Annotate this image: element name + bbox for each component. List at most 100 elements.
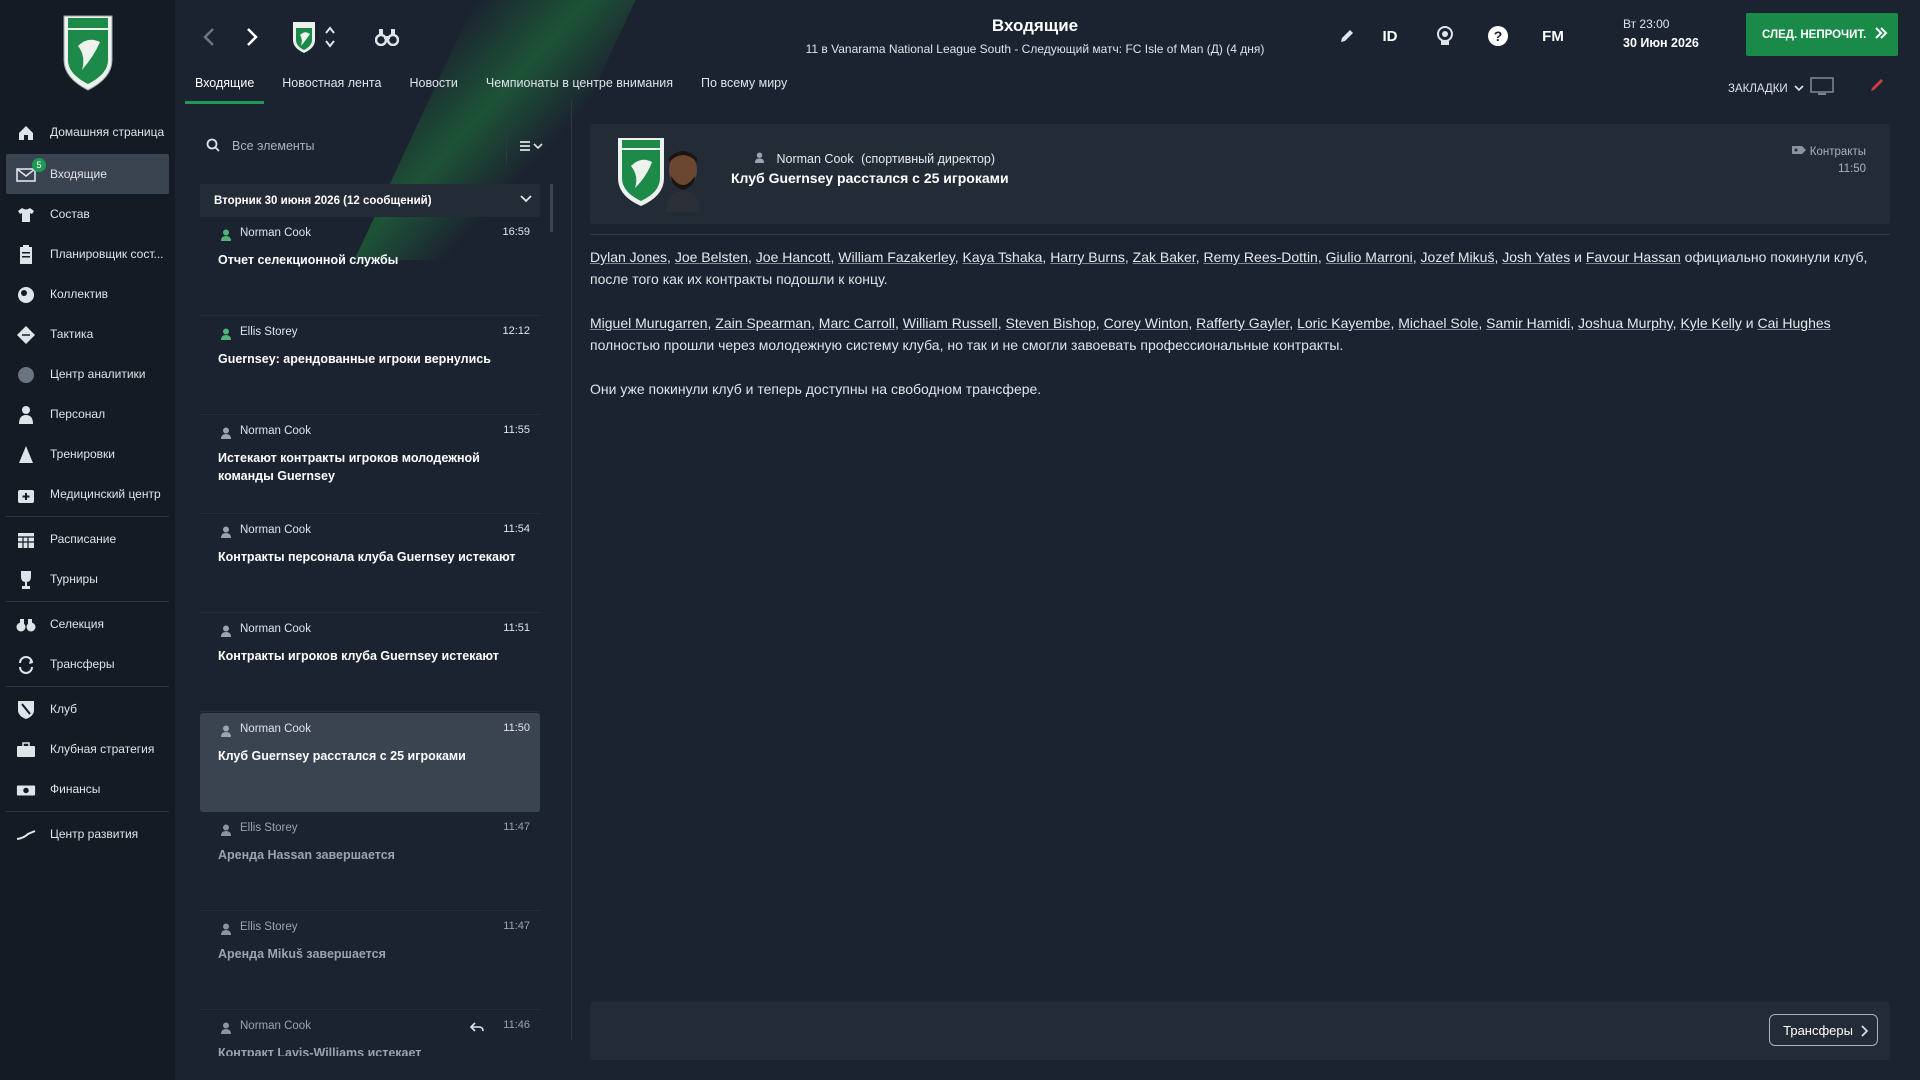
player-link[interactable]: William Russell [903, 315, 998, 331]
list-separator: , [1124, 249, 1133, 265]
player-link[interactable]: Michael Sole [1398, 315, 1478, 331]
player-link[interactable]: Miguel Murugarren [590, 315, 708, 331]
club-crest-logo[interactable] [60, 12, 116, 92]
planner-icon [16, 245, 36, 265]
player-link[interactable]: Corey Winton [1104, 315, 1189, 331]
message-detail: Norman Cook (спортивный директор) Клуб G… [590, 124, 1890, 1060]
player-link[interactable]: Kaya Tshaka [963, 249, 1043, 265]
player-link[interactable]: William Fazakerley [838, 249, 954, 265]
player-link[interactable]: Zain Spearman [715, 315, 811, 331]
message-from[interactable]: Norman Cook (спортивный директор) [754, 152, 995, 166]
message-subject: Аренда Hassan завершается [218, 848, 395, 862]
tab-news-feed[interactable]: Новостная лента [272, 76, 391, 104]
player-link[interactable]: Jozef Mikuš [1421, 249, 1495, 265]
tab-news[interactable]: Новости [399, 76, 467, 104]
sidebar-item-label: Центр развития [50, 827, 139, 841]
player-link[interactable]: Favour Hassan [1586, 249, 1681, 265]
player-link[interactable]: Joshua Murphy [1578, 315, 1673, 331]
player-link[interactable]: Dylan Jones [590, 249, 667, 265]
list-scrollbar[interactable] [550, 184, 553, 232]
list-separator: , [667, 249, 675, 265]
person-icon [220, 426, 232, 444]
player-link[interactable]: Samir Hamidi [1486, 315, 1570, 331]
player-link[interactable]: Cai Hughes [1758, 315, 1831, 331]
tab-inbox[interactable]: Входящие [185, 76, 265, 104]
bookmarks-menu[interactable]: ЗАКЛАДКИ [1728, 77, 1834, 100]
sidebar-item-squad-planner[interactable]: Планировщик сост... [0, 234, 175, 274]
edit-icon[interactable] [1332, 22, 1362, 50]
sidebar-item-dynamics[interactable]: Коллектив [0, 274, 175, 314]
sidebar-item-development[interactable]: Центр развития [0, 814, 175, 854]
player-link[interactable]: Kyle Kelly [1680, 315, 1741, 331]
bookmarks-label: ЗАКЛАДКИ [1728, 82, 1788, 95]
binoculars-icon[interactable] [372, 22, 402, 52]
sidebar-item-scouting[interactable]: Селекция [0, 604, 175, 644]
player-link[interactable]: Zak Baker [1133, 249, 1196, 265]
sidebar-item-competitions[interactable]: Турниры [0, 559, 175, 599]
filter-button[interactable] [506, 126, 556, 166]
sidebar-item-schedule[interactable]: Расписание [0, 519, 175, 559]
message-sender: Norman Cook [240, 723, 311, 735]
club-badge-button[interactable] [289, 22, 319, 53]
message-row[interactable]: Norman Cook 11:51 Контракты игроков клуб… [200, 613, 540, 712]
sidebar-item-training[interactable]: Тренировки [0, 434, 175, 474]
player-link[interactable]: Josh Yates [1502, 249, 1570, 265]
sidebar-item-transfers[interactable]: Трансферы [0, 644, 175, 684]
sidebar-item-finances[interactable]: Финансы [0, 769, 175, 809]
world-cup-icon[interactable] [1430, 22, 1460, 50]
search-input[interactable]: Все элементы [196, 126, 506, 166]
sidebar-item-club-vision[interactable]: Клубная стратегия [0, 729, 175, 769]
list-separator: , [954, 249, 963, 265]
tab-spotlight-competitions[interactable]: Чемпионаты в центре внимания [476, 76, 683, 104]
back-button[interactable] [198, 22, 220, 52]
analytics-icon [16, 365, 36, 385]
message-row-selected[interactable]: Norman Cook 11:50 Клуб Guernsey рассталс… [200, 713, 540, 812]
page-title: Входящие [991, 16, 1079, 35]
sidebar-item-squad[interactable]: Состав [0, 194, 175, 234]
sidebar-item-inbox[interactable]: 5 Входящие [6, 154, 169, 194]
sidebar-item-label: Трансферы [50, 657, 115, 671]
message-row[interactable]: Ellis Storey 11:47 Аренда Mikuš завершае… [200, 911, 540, 1010]
sidebar-item-club[interactable]: Клуб [0, 689, 175, 729]
player-link[interactable]: Steven Bishop [1005, 315, 1095, 331]
message-row[interactable]: Norman Cook 11:54 Контракты персонала кл… [200, 514, 540, 613]
pencil-red-icon[interactable] [1869, 77, 1885, 98]
player-link[interactable]: Joe Hancott [756, 249, 831, 265]
message-row[interactable]: Ellis Storey 11:47 Аренда Hassan заверша… [200, 812, 540, 911]
message-row[interactable]: Norman Cook 11:46 Контракт Lavis-William… [200, 1010, 540, 1056]
message-time: 16:59 [502, 226, 530, 238]
sidebar-item-medical[interactable]: Медицинский центр [0, 474, 175, 514]
game-date-time[interactable]: Вт 23:00 30 Июн 2026 [1623, 17, 1699, 50]
forward-button[interactable] [241, 22, 263, 52]
message-row[interactable]: Ellis Storey 12:12 Guernsey: арендованны… [200, 316, 540, 415]
message-sender: Ellis Storey [240, 822, 298, 834]
player-link[interactable]: Joe Belsten [675, 249, 748, 265]
player-link[interactable]: Loric Kayembe [1297, 315, 1390, 331]
message-row[interactable]: Norman Cook 16:59 Отчет селекционной слу… [200, 217, 540, 316]
help-icon[interactable]: ? [1483, 22, 1513, 50]
fm-menu-icon[interactable]: FM [1535, 22, 1571, 50]
sidebar-item-analytics[interactable]: Центр аналитики [0, 354, 175, 394]
player-link[interactable]: Rafferty Gayler [1196, 315, 1289, 331]
club-switch-icon[interactable] [323, 22, 337, 52]
monitor-icon[interactable] [1809, 77, 1834, 100]
player-link[interactable]: Giulio Marroni [1326, 249, 1413, 265]
player-link[interactable]: Harry Burns [1050, 249, 1125, 265]
sender-portrait[interactable] [658, 142, 708, 212]
transfers-button[interactable]: Трансферы [1769, 1014, 1878, 1046]
sidebar-item-staff[interactable]: Персонал [0, 394, 175, 434]
message-row[interactable]: Norman Cook 11:55 Истекают контракты игр… [200, 415, 540, 514]
player-link[interactable]: Remy Rees-Dottin [1203, 249, 1317, 265]
tab-around-the-world[interactable]: По всему миру [691, 76, 797, 104]
sidebar-item-tactics[interactable]: Тактика [0, 314, 175, 354]
sidebar-item-label: Расписание [50, 532, 117, 546]
id-icon[interactable]: ID [1375, 22, 1405, 50]
list-separator: , [1317, 249, 1326, 265]
sidebar-item-home[interactable]: Домашняя страница [0, 112, 175, 152]
next-match-info[interactable]: 11 в Vanarama National League South - Сл… [675, 42, 1395, 56]
message-group-header[interactable]: Вторник 30 июня 2026 (12 сообщений) [200, 184, 540, 217]
conjunction: и [1574, 249, 1582, 265]
released-players-list: Dylan Jones, Joe Belsten, Joe Hancott, W… [590, 249, 1574, 265]
next-unread-button[interactable]: СЛЕД. НЕПРОЧИТ. [1746, 13, 1898, 56]
player-link[interactable]: Marc Carroll [819, 315, 895, 331]
